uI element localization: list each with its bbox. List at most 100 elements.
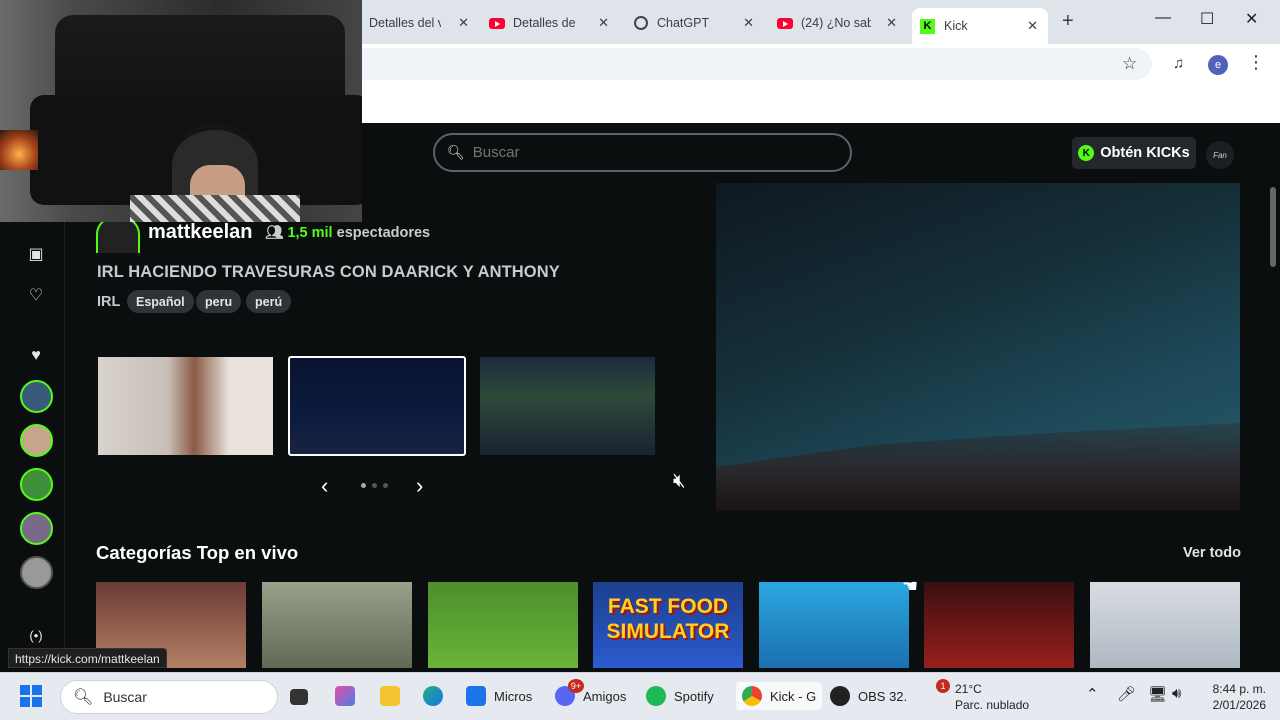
following-icon[interactable]: ▣ — [20, 244, 52, 264]
address-bar-row: ☆ ♫ e ⋮ — [362, 44, 1280, 85]
sidebar-channel-avatar[interactable] — [20, 424, 53, 457]
close-icon[interactable]: ✕ — [598, 15, 609, 31]
taskbar-search[interactable]: 🔍︎ Buscar — [60, 680, 278, 714]
search-bar[interactable]: 🔍︎ — [433, 133, 852, 172]
chevron-left-icon[interactable]: ‹ — [321, 473, 328, 499]
tab-detalles-2[interactable]: Detalles del video ✕ — [489, 8, 609, 38]
tab-chatgpt[interactable]: ChatGPT ✕ — [634, 8, 754, 38]
sidebar-channel-avatar[interactable] — [20, 556, 53, 589]
chevron-right-icon[interactable]: › — [416, 473, 423, 499]
profile-avatar[interactable]: e — [1208, 55, 1228, 75]
menu-icon[interactable]: ⋮ — [1247, 52, 1265, 73]
sidebar-channel-avatar[interactable] — [20, 380, 53, 413]
close-icon[interactable]: ✕ — [743, 15, 754, 31]
tab-label: Kick — [944, 19, 968, 33]
volume-icon[interactable]: 🔊︎ — [1172, 685, 1181, 702]
category-card[interactable] — [759, 582, 909, 668]
user-avatar[interactable]: Fan — [1206, 141, 1234, 169]
get-kicks-button[interactable]: K Obtén KICKs — [1072, 137, 1196, 169]
windows-start-icon[interactable] — [20, 685, 42, 707]
maximize-button[interactable]: ☐ — [1200, 9, 1214, 29]
new-tab-button[interactable]: + — [1062, 10, 1074, 33]
weather-badge: 1 — [936, 679, 950, 693]
tab-label: (24) ¿No saben — [801, 16, 871, 30]
taskbar-app-label: Micros — [494, 688, 533, 704]
streamer-name[interactable]: mattkeelan — [148, 221, 253, 244]
sidebar-channel-avatar[interactable] — [20, 512, 53, 545]
clock-date: 2/01/2026 — [1212, 698, 1266, 712]
bookmarks-bar — [362, 85, 1280, 123]
omnibox[interactable] — [362, 48, 1152, 80]
weather-widget[interactable]: 21°C Parc. nublado — [955, 681, 1029, 713]
tab-label: Detalles del video — [513, 16, 575, 30]
chatgpt-icon — [634, 16, 648, 30]
viewers-icon: 👥︎ — [265, 225, 284, 241]
search-icon: 🔍︎ — [447, 144, 465, 160]
minimize-button[interactable]: — — [1155, 9, 1171, 27]
tag-peru[interactable]: peru — [196, 290, 242, 313]
carousel-thumbnail[interactable] — [480, 357, 655, 455]
close-icon[interactable]: ✕ — [1027, 18, 1038, 34]
search-icon: 🔍︎ — [73, 689, 94, 706]
favorites-icon[interactable]: ♡ — [20, 285, 52, 305]
m365-icon[interactable] — [335, 686, 355, 706]
search-input[interactable] — [472, 144, 833, 161]
file-explorer-icon[interactable] — [380, 686, 400, 706]
media-control-icon[interactable]: ♫ — [1173, 55, 1184, 72]
youtube-icon — [489, 17, 505, 29]
tab-label: Detalles del video — [369, 16, 441, 30]
mute-icon[interactable]: 🔇︎ — [673, 470, 686, 493]
scrollbar[interactable] — [1270, 187, 1276, 267]
taskbar-app-obs[interactable]: OBS 32. — [830, 686, 907, 706]
featured-stream-player[interactable] — [716, 183, 1240, 511]
taskbar: 🔍︎ Buscar Micros Amigos 9+ Spotify Kick … — [0, 672, 1280, 720]
webcam-overlay — [0, 0, 362, 222]
close-icon[interactable]: ✕ — [458, 15, 469, 31]
category-card[interactable] — [924, 582, 1074, 668]
category-card[interactable] — [1090, 582, 1240, 668]
carousel-thumbnail-selected[interactable] — [288, 356, 466, 456]
viewer-count: 👥︎ 1,5 mil espectadores — [265, 224, 430, 241]
taskbar-app-microsoft-store[interactable]: Micros — [466, 686, 532, 706]
viewers-label: espectadores — [336, 225, 431, 241]
status-url: https://kick.com/mattkeelan — [8, 648, 167, 668]
task-view-icon[interactable] — [290, 689, 308, 705]
tab-kick[interactable]: K Kick ✕ — [912, 8, 1048, 44]
microphone-icon[interactable]: 🎤︎ — [1117, 685, 1136, 703]
taskbar-app-label: OBS 32. — [858, 688, 908, 704]
chrome-icon — [742, 686, 762, 706]
category-card[interactable] — [262, 582, 412, 668]
close-icon[interactable]: ✕ — [886, 15, 897, 31]
tag-espanol[interactable]: Español — [127, 290, 194, 313]
edge-icon[interactable] — [423, 686, 443, 706]
hand-cursor-icon: ☚ — [902, 576, 919, 596]
stream-category[interactable]: IRL — [97, 294, 120, 310]
live-broadcast-icon[interactable]: (•) — [20, 628, 52, 643]
get-kicks-label: Obtén KICKs — [1100, 145, 1190, 161]
category-card[interactable] — [428, 582, 578, 668]
tag-peru-accent[interactable]: perú — [246, 290, 292, 313]
tab-label: ChatGPT — [657, 16, 710, 30]
sidebar-channel-avatar[interactable] — [20, 468, 53, 501]
network-icon[interactable]: 🖥︎ — [1148, 685, 1167, 703]
close-window-button[interactable]: ✕ — [1245, 9, 1258, 29]
system-clock[interactable]: 8:44 p. m. 2/01/2026 — [1204, 681, 1266, 713]
kicks-coin-icon: K — [1078, 145, 1095, 161]
taskbar-app-label: Spotify — [674, 688, 714, 704]
taskbar-app-spotify[interactable]: Spotify — [646, 686, 714, 706]
taskbar-app-discord[interactable]: Amigos — [555, 686, 626, 706]
tab-detalles-1[interactable]: Detalles del video ✕ — [369, 8, 469, 38]
tab-youtube-24[interactable]: (24) ¿No saben ✕ — [777, 8, 897, 38]
youtube-icon — [777, 17, 793, 29]
spotify-icon — [646, 686, 666, 706]
chevron-up-icon[interactable]: ⌃ — [1086, 685, 1099, 703]
see-all-link[interactable]: Ver todo — [1183, 545, 1241, 561]
carousel-thumbnail[interactable] — [98, 357, 273, 455]
taskbar-search-label: Buscar — [103, 689, 147, 705]
taskbar-app-chrome[interactable]: Kick - G — [736, 682, 823, 710]
bookmark-star-icon[interactable]: ☆ — [1122, 54, 1137, 74]
store-icon — [466, 686, 486, 706]
taskbar-app-label: Kick - G — [770, 688, 817, 704]
category-card-fast-food[interactable]: FAST FOOD SIMULATOR — [593, 582, 743, 668]
clock-time: 8:44 p. m. — [1212, 682, 1266, 696]
